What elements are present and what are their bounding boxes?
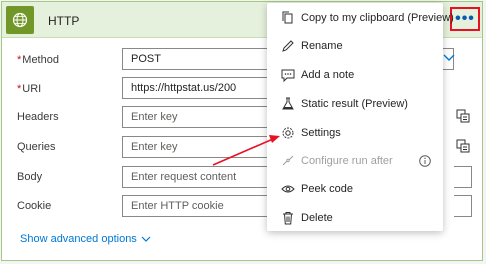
globe-icon — [6, 6, 34, 34]
cookie-input[interactable]: Enter HTTP cookie — [122, 195, 270, 217]
link-icon — [281, 154, 295, 168]
info-icon[interactable] — [419, 155, 431, 167]
chevron-down-icon — [141, 233, 151, 245]
menu-item-static-result[interactable]: Static result (Preview) — [267, 90, 443, 118]
menu-item-configure-run-after[interactable]: Configure run after — [267, 147, 443, 175]
body-label: Body — [17, 171, 43, 183]
cookie-input-end[interactable] — [454, 195, 472, 217]
body-input[interactable]: Enter request content — [122, 166, 270, 188]
headers-label: Headers — [17, 111, 59, 123]
copy-icon — [281, 11, 295, 25]
menu-item-delete[interactable]: Delete — [267, 204, 443, 232]
queries-label: Queries — [17, 141, 56, 153]
show-advanced-options-link[interactable]: Show advanced options — [20, 233, 151, 245]
more-options-button[interactable]: ••• — [450, 7, 480, 31]
menu-item-add-a-note[interactable]: Add a note — [267, 61, 443, 89]
note-icon — [281, 68, 295, 82]
trash-icon — [281, 211, 295, 225]
uri-label: *URI — [17, 83, 42, 95]
method-label: *Method — [17, 54, 59, 66]
context-menu: Copy to my clipboard (Preview) Rename Ad… — [267, 3, 454, 232]
switch-to-text-icon[interactable] — [456, 109, 470, 123]
pencil-icon — [281, 39, 295, 53]
uri-input[interactable]: https://httpstat.us/200 — [122, 77, 270, 99]
switch-to-text-icon[interactable] — [456, 139, 470, 153]
headers-key-input[interactable]: Enter key — [122, 106, 270, 128]
menu-item-rename[interactable]: Rename — [267, 32, 443, 60]
queries-key-input[interactable]: Enter key — [122, 136, 270, 158]
menu-item-settings[interactable]: Settings — [267, 119, 443, 147]
menu-item-copy-to-clipboard[interactable]: Copy to my clipboard (Preview) — [267, 4, 454, 32]
body-input-end[interactable] — [454, 166, 472, 188]
action-title: HTTP — [48, 14, 80, 28]
flask-icon — [281, 97, 295, 111]
eye-icon — [281, 182, 295, 196]
cookie-label: Cookie — [17, 200, 52, 212]
gear-icon — [281, 126, 295, 140]
menu-item-peek-code[interactable]: Peek code — [267, 175, 443, 203]
chevron-down-icon[interactable] — [443, 53, 455, 65]
